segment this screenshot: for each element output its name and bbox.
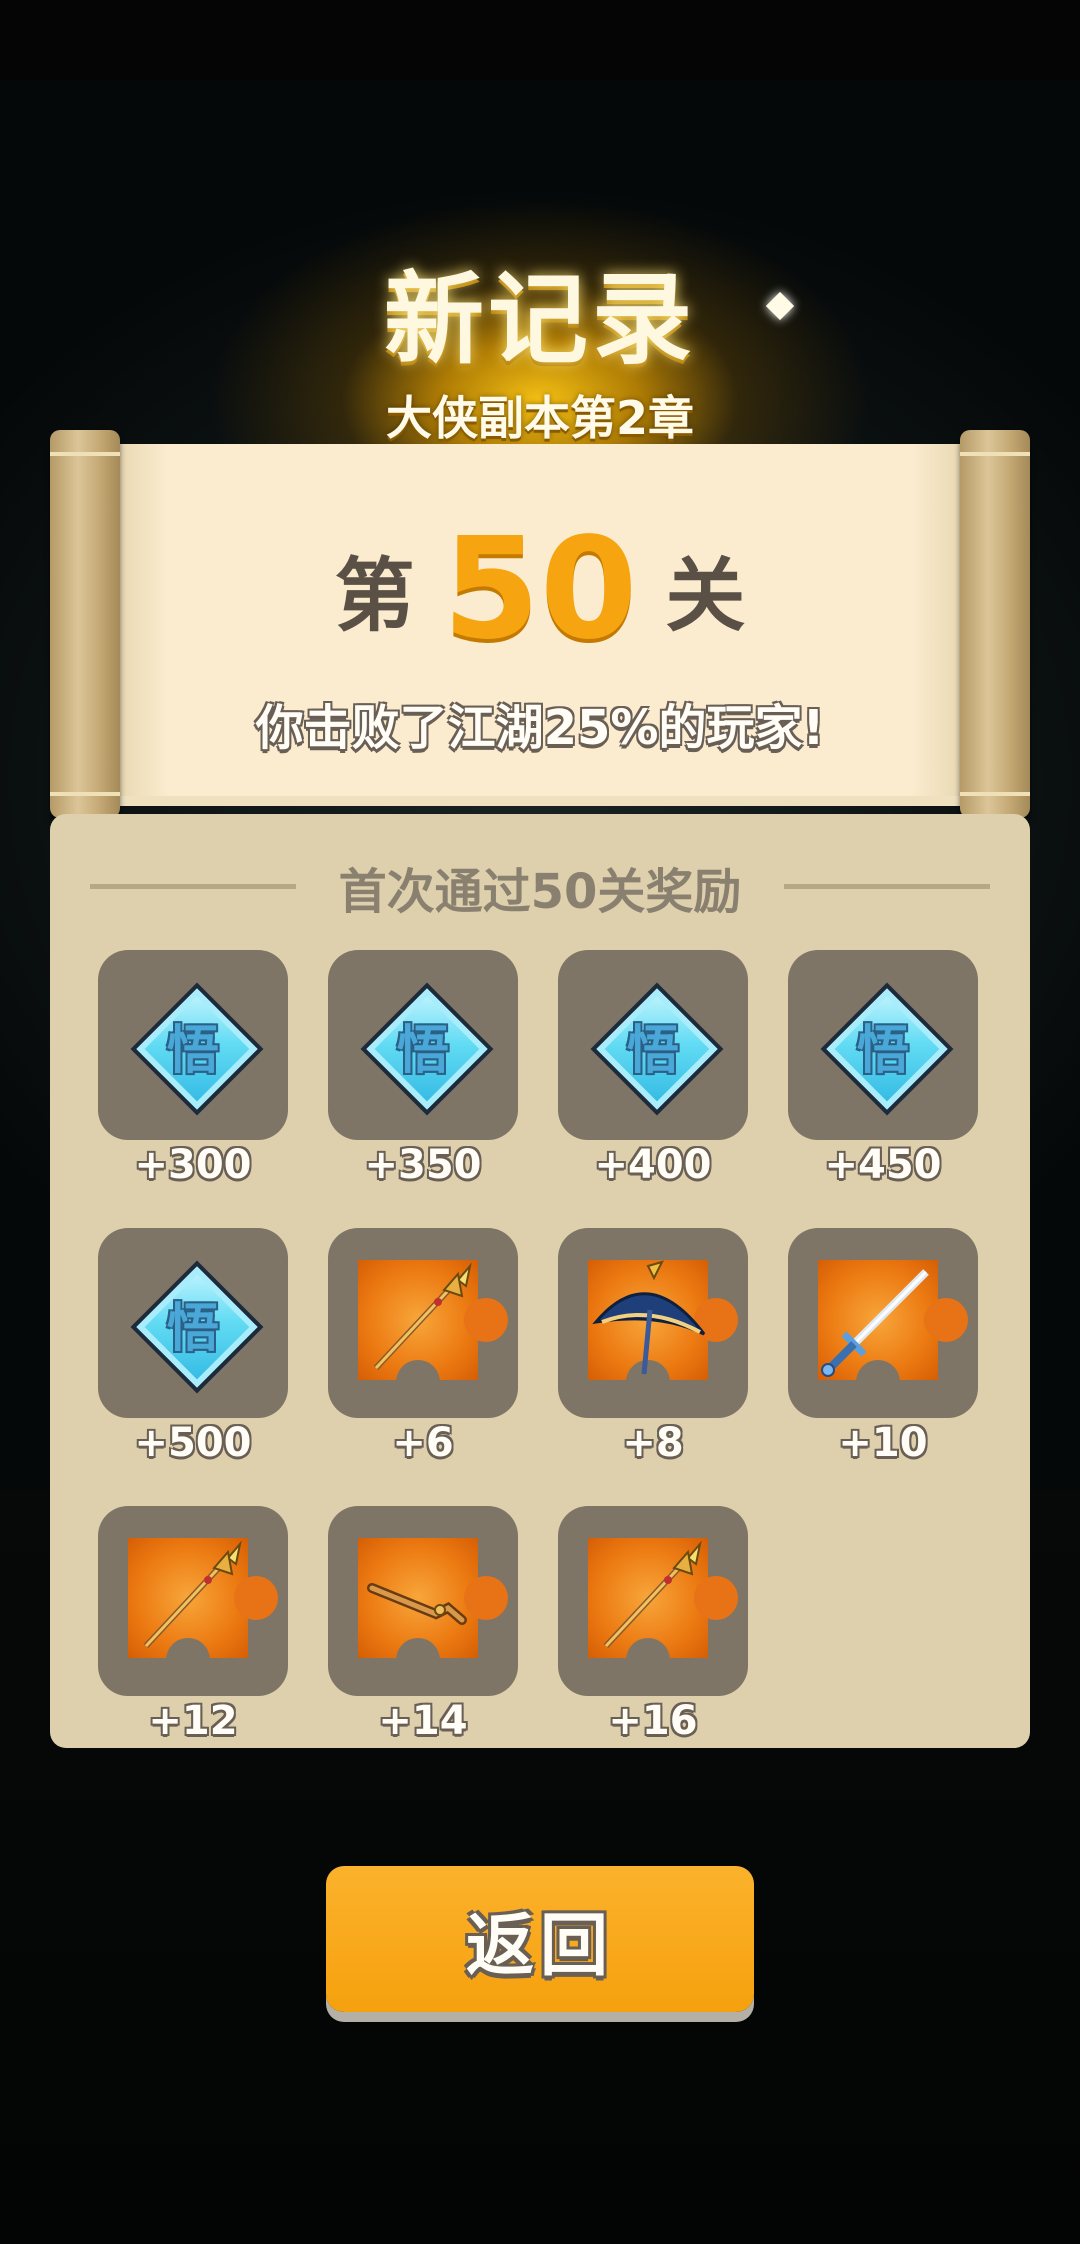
whip-fragment-icon: [358, 1538, 508, 1682]
reward-icon-box: [558, 1506, 748, 1696]
reward-icon-box: 悟: [328, 950, 518, 1140]
reward-amount: +12: [148, 1698, 238, 1744]
reward-slot[interactable]: +10: [788, 1228, 978, 1466]
spear-fragment-icon: [358, 1260, 508, 1404]
reward-icon-box: 悟: [788, 950, 978, 1140]
spear-fragment-icon: [128, 1538, 278, 1682]
wu-gem-icon: 悟: [360, 982, 494, 1116]
reward-icon-box: [328, 1506, 518, 1696]
reward-slot[interactable]: 悟 +350: [328, 950, 518, 1188]
reward-amount: +300: [134, 1142, 252, 1188]
level-display: 第 50 关: [0, 508, 1080, 671]
reward-amount: +14: [378, 1698, 468, 1744]
reward-amount: +350: [364, 1142, 482, 1188]
reward-icon-box: [328, 1228, 518, 1418]
wu-gem-icon: 悟: [130, 982, 264, 1116]
wu-gem-icon: 悟: [130, 1260, 264, 1394]
reward-slot[interactable]: +8: [558, 1228, 748, 1466]
reward-icon-box: [98, 1506, 288, 1696]
chapter-subtitle: 大侠副本第2章: [385, 391, 694, 445]
reward-slot[interactable]: 悟 +400: [558, 950, 748, 1188]
reward-icon-box: [558, 1228, 748, 1418]
level-suffix: 关: [665, 549, 746, 643]
defeat-percentage-text: 你击败了江湖25%的玩家!: [255, 700, 825, 756]
reward-slot[interactable]: 悟 +300: [98, 950, 288, 1188]
reward-title: 首次通过50关奖励: [338, 864, 742, 920]
wu-gem-icon: 悟: [590, 982, 724, 1116]
reward-amount: +6: [392, 1420, 454, 1466]
level-number: 50: [442, 508, 638, 671]
new-record-title: 新记录: [384, 261, 696, 378]
wu-gem-icon: 悟: [820, 982, 954, 1116]
back-button[interactable]: 返回: [326, 1866, 754, 2012]
reward-amount: +450: [824, 1142, 942, 1188]
reward-icon-box: [788, 1228, 978, 1418]
umbrella-fragment-icon: [588, 1260, 738, 1404]
reward-slot[interactable]: +14: [328, 1506, 518, 1744]
level-prefix: 第: [334, 549, 415, 643]
reward-amount: +400: [594, 1142, 712, 1188]
reward-icon-box: 悟: [98, 950, 288, 1140]
spear-fragment-icon: [588, 1538, 738, 1682]
reward-slot[interactable]: +12: [98, 1506, 288, 1744]
reward-panel: 首次通过50关奖励 悟 +300 悟 +350 悟 +400 悟 +450 悟 …: [50, 814, 1030, 1748]
reward-icon-box: 悟: [98, 1228, 288, 1418]
reward-amount: +500: [134, 1420, 252, 1466]
reward-slot[interactable]: 悟 +450: [788, 950, 978, 1188]
reward-slot[interactable]: +16: [558, 1506, 748, 1744]
sword-fragment-icon: [818, 1260, 968, 1404]
reward-icon-box: 悟: [558, 950, 748, 1140]
reward-amount: +16: [608, 1698, 698, 1744]
reward-slot[interactable]: 悟 +500: [98, 1228, 288, 1466]
reward-slot[interactable]: +6: [328, 1228, 518, 1466]
reward-amount: +10: [838, 1420, 928, 1466]
reward-amount: +8: [622, 1420, 684, 1466]
